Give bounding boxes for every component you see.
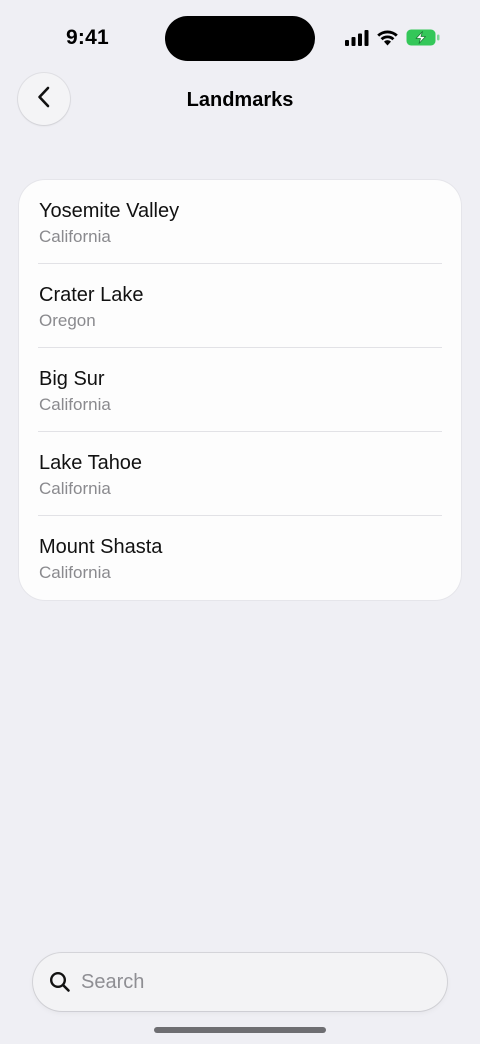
- search-bar[interactable]: [33, 953, 447, 1011]
- cellular-signal-icon: [345, 29, 369, 46]
- landmark-state: California: [39, 563, 111, 582]
- list-item[interactable]: Lake Tahoe California: [19, 432, 461, 516]
- list-item[interactable]: Yosemite Valley California: [19, 180, 461, 264]
- landmark-name: Big Sur: [39, 368, 105, 390]
- home-indicator[interactable]: [154, 1027, 326, 1033]
- status-time: 9:41: [66, 26, 109, 49]
- magnifying-glass-icon: [49, 971, 71, 998]
- landmark-state: California: [39, 227, 111, 246]
- list-item[interactable]: Mount Shasta California: [19, 516, 461, 600]
- page-title: Landmarks: [186, 89, 294, 111]
- landmark-name: Lake Tahoe: [39, 452, 143, 474]
- list-item[interactable]: Big Sur California: [19, 348, 461, 432]
- battery-charging-icon: [406, 29, 440, 46]
- status-icons: [345, 29, 440, 46]
- landmark-name: Yosemite Valley: [39, 200, 180, 222]
- landmark-state: California: [39, 395, 111, 414]
- dynamic-island: [165, 16, 315, 61]
- landmark-state: California: [39, 479, 111, 498]
- landmark-name: Crater Lake: [39, 284, 144, 306]
- landmark-state: Oregon: [39, 311, 96, 330]
- wifi-icon: [376, 29, 399, 46]
- list-item[interactable]: Crater Lake Oregon: [19, 264, 461, 348]
- navigation-bar: Landmarks: [0, 72, 480, 128]
- landmark-name: Mount Shasta: [39, 536, 163, 558]
- search-input[interactable]: [81, 961, 421, 1003]
- status-bar: 9:41: [0, 0, 480, 78]
- landmarks-list: Yosemite Valley California Crater Lake O…: [19, 180, 461, 600]
